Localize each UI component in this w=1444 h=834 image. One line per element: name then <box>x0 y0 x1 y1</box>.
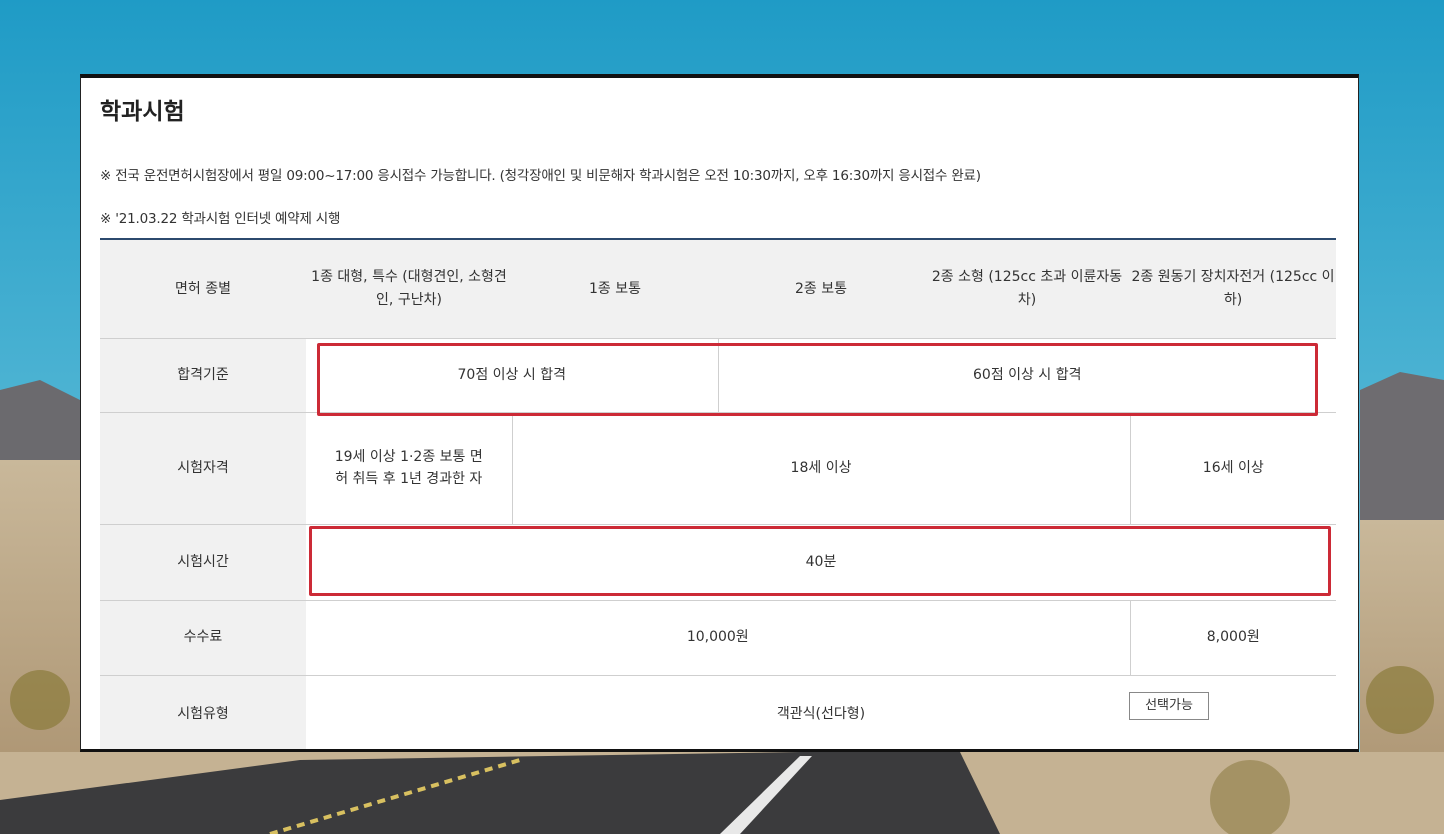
header-type2-moped: 2종 원동기 장치자전거 (125cc 이하) <box>1130 239 1336 339</box>
fee-moped: 8,000원 <box>1129 600 1336 676</box>
header-type2-small: 2종 소형 (125cc 초과 이륜자동차) <box>924 239 1130 339</box>
table-row-fee: 수수료 10,000원 8,000원 <box>100 600 1336 676</box>
pass-criteria-type2: 60점 이상 시 합격 <box>717 338 1336 413</box>
notice-reception-hours: ※ 전국 운전면허시험장에서 평일 09:00~17:00 응시접수 가능합니다… <box>100 168 981 184</box>
exam-info-panel: 학과시험 ※ 전국 운전면허시험장에서 평일 09:00~17:00 응시접수 … <box>80 74 1359 752</box>
page-title: 학과시험 <box>100 99 185 125</box>
row-label-qualification: 시험자격 <box>100 412 306 525</box>
header-type1-normal: 1종 보통 <box>512 239 718 339</box>
notice-online-reservation: ※ '21.03.22 학과시험 인터넷 예약제 시행 <box>100 211 341 227</box>
table-row-exam-time: 시험시간 40분 <box>100 524 1336 601</box>
table-row-qualification: 시험자격 19세 이상 1·2종 보통 면허 취득 후 1년 경과한 자 18세… <box>100 412 1336 525</box>
qualification-moped: 16세 이상 <box>1129 412 1336 525</box>
qualification-age-18: 18세 이상 <box>511 412 1130 525</box>
row-label-fee: 수수료 <box>100 600 306 676</box>
row-label-exam-time: 시험시간 <box>100 524 306 601</box>
row-label-pass-criteria: 합격기준 <box>100 338 306 413</box>
selectable-badge: 선택가능 <box>1129 692 1209 720</box>
table-row-pass-criteria: 합격기준 70점 이상 시 합격 60점 이상 시 합격 <box>100 338 1336 413</box>
exam-info-table: 면허 종별 1종 대형, 특수 (대형견인, 소형견인, 구난차) 1종 보통 … <box>100 238 1336 749</box>
header-license-category: 면허 종별 <box>100 239 306 339</box>
qualification-type1-large: 19세 이상 1·2종 보통 면허 취득 후 1년 경과한 자 <box>306 412 512 525</box>
header-type1-large: 1종 대형, 특수 (대형견인, 소형견인, 구난차) <box>306 239 512 339</box>
table-header-row: 면허 종별 1종 대형, 특수 (대형견인, 소형견인, 구난차) 1종 보통 … <box>100 239 1336 339</box>
fee-main: 10,000원 <box>306 600 1130 676</box>
header-type2-normal: 2종 보통 <box>718 239 924 339</box>
pass-criteria-type1: 70점 이상 시 합격 <box>306 338 718 413</box>
row-label-exam-type: 시험유형 <box>100 675 306 749</box>
exam-time-value: 40분 <box>306 524 1336 601</box>
